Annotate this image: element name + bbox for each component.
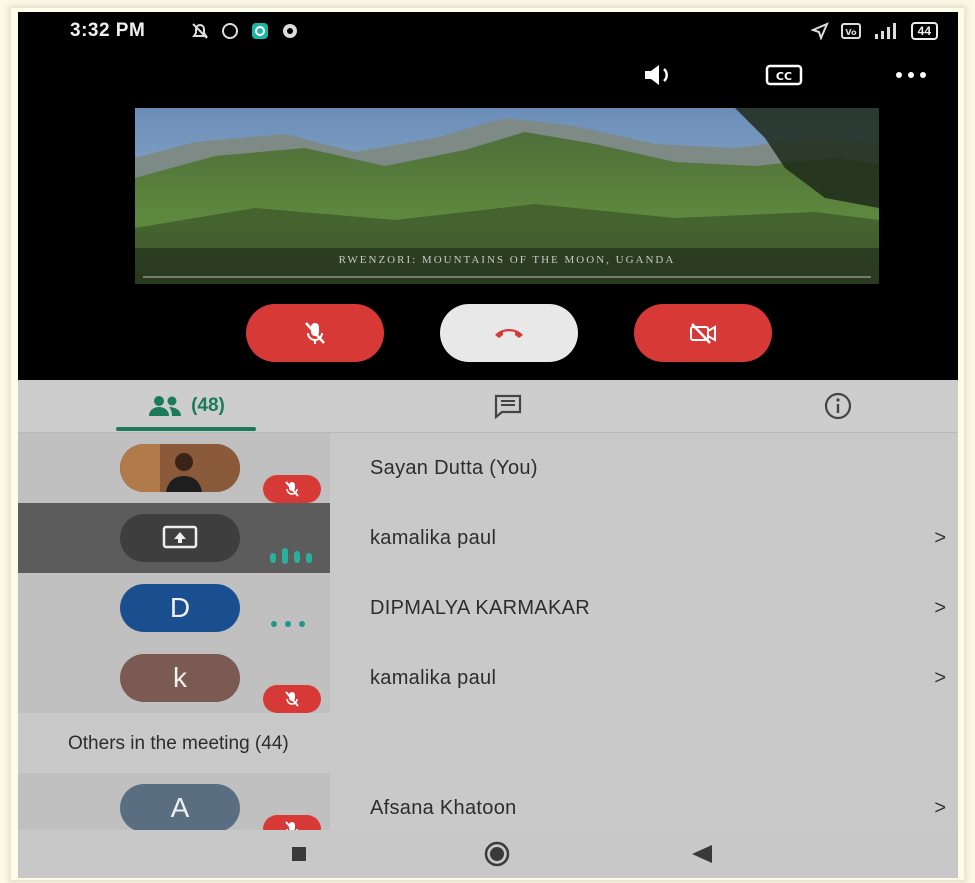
- notification-icons: [190, 22, 300, 40]
- tab-info[interactable]: [788, 380, 888, 432]
- volte-icon: Vo: [840, 23, 861, 39]
- system-icons: Vo 44: [810, 22, 938, 40]
- chevron-right-icon[interactable]: >: [934, 643, 946, 713]
- others-section-header: Others in the meeting (44): [68, 733, 289, 754]
- participant-row[interactable]: D DIPMALYA KARMAKAR >: [18, 573, 958, 643]
- svg-text:Vo: Vo: [845, 28, 857, 37]
- mute-mic-button[interactable]: [246, 304, 384, 362]
- camera-off-icon: [690, 323, 716, 344]
- avatar: k: [120, 654, 240, 702]
- whatsapp-icon: [222, 23, 238, 39]
- tab-chat[interactable]: [458, 380, 558, 432]
- top-controls: CC: [628, 60, 958, 90]
- participant-name: kamalika paul: [370, 667, 497, 689]
- profile-photo: [120, 444, 240, 492]
- end-call-icon: [495, 329, 523, 338]
- avatar: D: [120, 584, 240, 632]
- avatar: A: [120, 784, 240, 832]
- muted-badge: [263, 475, 321, 503]
- speaking-indicator-icon: [270, 548, 312, 564]
- connecting-dots-icon: [271, 621, 305, 627]
- participant-row[interactable]: k kamalika paul >: [18, 643, 958, 713]
- participant-name: Sayan Dutta (You): [370, 457, 538, 479]
- end-call-button[interactable]: [440, 304, 578, 362]
- status-bar: 3:32 PM Vo 44: [18, 12, 958, 50]
- participant-name: DIPMALYA KARMAKAR: [370, 597, 590, 619]
- dnd-bell-icon: [192, 23, 208, 39]
- captions-icon[interactable]: CC: [764, 60, 804, 90]
- mic-off-icon: [305, 322, 325, 344]
- chevron-right-icon[interactable]: >: [934, 573, 946, 643]
- participant-row[interactable]: Sayan Dutta (You): [18, 433, 958, 503]
- participant-avatar-area: k: [18, 643, 330, 713]
- active-tab-indicator: [116, 427, 256, 431]
- people-icon: [149, 396, 182, 416]
- status-time: 3:32 PM: [70, 20, 146, 41]
- mic-off-icon: [285, 481, 299, 497]
- tab-people[interactable]: (48): [116, 380, 256, 432]
- battery-indicator: 44: [910, 22, 938, 40]
- muted-badge: [263, 685, 321, 713]
- participant-avatar-area: [18, 503, 330, 573]
- meeting-tabs: (48): [18, 380, 958, 433]
- call-controls: [18, 304, 958, 364]
- participant-name: kamalika paul: [370, 527, 497, 549]
- info-icon: [824, 392, 852, 420]
- location-icon: [810, 22, 829, 40]
- recents-icon[interactable]: [291, 846, 307, 862]
- participant-avatar-area: D: [18, 573, 330, 643]
- phone-screen: 3:32 PM Vo 44 CC RWENZORI: MOUNTAINS OF …: [18, 12, 958, 878]
- android-nav-bar: [18, 830, 958, 878]
- present-screen-icon: [162, 525, 198, 549]
- back-icon[interactable]: [690, 844, 714, 864]
- mic-off-icon: [285, 691, 299, 707]
- chrome-icon: [283, 24, 297, 38]
- people-count: (48): [191, 395, 225, 416]
- svg-text:CC: CC: [776, 70, 792, 83]
- chat-icon: [494, 394, 522, 419]
- participant-row[interactable]: kamalika paul >: [18, 503, 958, 573]
- video-caption: Rwenzori: Mountains of the Moon, Uganda: [338, 254, 676, 266]
- avatar: [120, 514, 240, 562]
- app-notification-icon: [252, 23, 268, 39]
- camera-off-button[interactable]: [634, 304, 772, 362]
- video-progress-bar[interactable]: [143, 276, 871, 278]
- home-icon[interactable]: [483, 840, 511, 868]
- avatar: [120, 444, 240, 492]
- more-options-icon[interactable]: [890, 60, 932, 90]
- shared-video[interactable]: Rwenzori: Mountains of the Moon, Uganda: [135, 108, 879, 284]
- participant-avatar-area: [18, 433, 330, 503]
- chevron-right-icon[interactable]: >: [934, 503, 946, 573]
- signal-icon: [874, 23, 896, 39]
- call-area: 3:32 PM Vo 44 CC RWENZORI: MOUNTAINS OF …: [18, 12, 958, 380]
- speaker-icon[interactable]: [641, 60, 677, 90]
